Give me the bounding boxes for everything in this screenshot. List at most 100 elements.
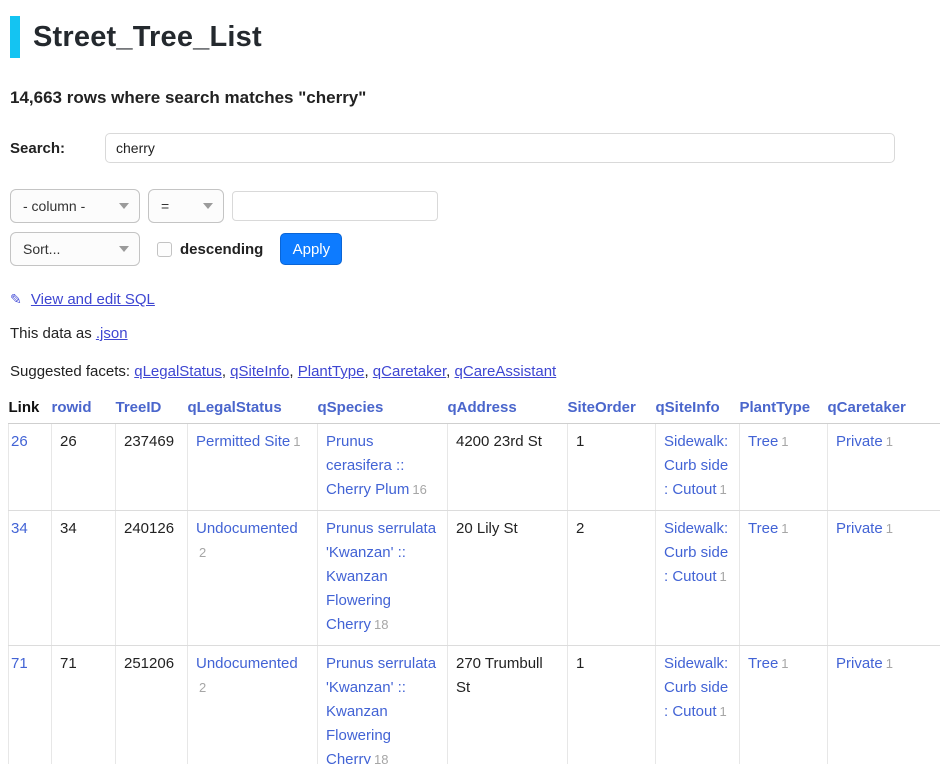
facet-link-qsiteinfo[interactable]: qSiteInfo [230, 363, 289, 380]
qsiteinfo-value-link[interactable]: Sidewalk: Curb side : Cutout [664, 433, 728, 498]
chevron-down-icon [119, 246, 129, 252]
facet-count: 16 [412, 482, 426, 497]
sort-by-qspecies-link[interactable]: qSpecies [318, 399, 384, 416]
column-header-rowid: rowid [52, 397, 116, 424]
planttype-value-link[interactable]: Tree [748, 520, 778, 537]
descending-label: descending [180, 241, 263, 258]
qspecies-value-link[interactable]: Prunus cerasifera :: Cherry Plum [326, 433, 409, 498]
cell-planttype: Tree1 [740, 646, 828, 764]
facet-link-qcareassistant[interactable]: qCareAssistant [455, 363, 557, 380]
filter-operator-select[interactable]: = [148, 189, 224, 223]
facet-count: 1 [781, 521, 788, 536]
column-header-qlegalstatus: qLegalStatus [188, 397, 318, 424]
qspecies-value-link[interactable]: Prunus serrulata 'Kwanzan' :: Kwanzan Fl… [326, 655, 436, 764]
cell-qlegalstatus: Permitted Site1 [188, 424, 318, 511]
column-header-treeid: TreeID [116, 397, 188, 424]
qcaretaker-value-link[interactable]: Private [836, 520, 883, 537]
facet-count: 1 [720, 569, 727, 584]
sort-by-treeid-link[interactable]: TreeID [116, 399, 162, 416]
row-link[interactable]: 26 [11, 433, 28, 450]
cell-qsiteinfo: Sidewalk: Curb side : Cutout1 [656, 646, 740, 764]
results-table: Link rowid TreeID qLegalStatus qSpecies … [8, 397, 940, 764]
search-label: Search: [10, 140, 105, 157]
facet-link-qcaretaker[interactable]: qCaretaker [373, 363, 446, 380]
accent-bar [10, 16, 20, 58]
row-count-summary: 14,663 rows where search matches "cherry… [10, 88, 940, 108]
apply-button[interactable]: Apply [280, 233, 342, 265]
column-header-planttype: PlantType [740, 397, 828, 424]
search-input[interactable] [105, 133, 895, 163]
view-edit-sql-link[interactable]: View and edit SQL [31, 291, 155, 308]
cell-qspecies: Prunus serrulata 'Kwanzan' :: Kwanzan Fl… [318, 511, 448, 646]
row-link[interactable]: 71 [11, 655, 28, 672]
facets-label: Suggested facets: [10, 363, 134, 380]
sort-by-rowid-link[interactable]: rowid [52, 399, 92, 416]
column-header-qspecies: qSpecies [318, 397, 448, 424]
sort-by-siteorder-link[interactable]: SiteOrder [568, 399, 636, 416]
cell-planttype: Tree1 [740, 511, 828, 646]
cell-qcaretaker: Private1 [828, 424, 940, 511]
facet-count: 1 [886, 656, 893, 671]
cell-treeid: 251206 [116, 646, 188, 764]
facet-link-qlegalstatus[interactable]: qLegalStatus [134, 363, 222, 380]
facet-count: 1 [781, 656, 788, 671]
cell-qlegalstatus: Undocumented2 [188, 646, 318, 764]
cell-link: 34 [9, 511, 52, 646]
column-header-link: Link [9, 397, 52, 424]
export-prefix: This data as [10, 325, 96, 342]
facet-count: 18 [374, 617, 388, 632]
planttype-value-link[interactable]: Tree [748, 655, 778, 672]
sort-by-planttype-link[interactable]: PlantType [740, 399, 811, 416]
cell-qsiteinfo: Sidewalk: Curb side : Cutout1 [656, 424, 740, 511]
column-header-qcaretaker: qCaretaker [828, 397, 940, 424]
row-link[interactable]: 34 [11, 520, 28, 537]
sort-by-qaddress-link[interactable]: qAddress [448, 399, 517, 416]
sort-row: Sort... descending Apply [10, 232, 940, 266]
facet-count: 1 [886, 434, 893, 449]
facet-count: 1 [293, 434, 300, 449]
facet-count: 18 [374, 752, 388, 764]
cell-siteorder: 2 [568, 511, 656, 646]
cell-link: 71 [9, 646, 52, 764]
table-header-row: Link rowid TreeID qLegalStatus qSpecies … [9, 397, 940, 424]
qlegalstatus-value-link[interactable]: Undocumented [196, 520, 298, 537]
facet-separator: , [446, 363, 454, 380]
cell-link: 26 [9, 424, 52, 511]
planttype-value-link[interactable]: Tree [748, 433, 778, 450]
cell-qaddress: 270 Trumbull St [448, 646, 568, 764]
cell-siteorder: 1 [568, 424, 656, 511]
sort-select-value: Sort... [23, 241, 60, 257]
facet-count: 1 [886, 521, 893, 536]
sort-by-qlegalstatus-link[interactable]: qLegalStatus [188, 399, 282, 416]
qcaretaker-value-link[interactable]: Private [836, 655, 883, 672]
qsiteinfo-value-link[interactable]: Sidewalk: Curb side : Cutout [664, 520, 728, 585]
search-row: Search: [10, 133, 940, 163]
filter-column-select[interactable]: - column - [10, 189, 140, 223]
sort-by-qsiteinfo-link[interactable]: qSiteInfo [656, 399, 720, 416]
column-header-qsiteinfo: qSiteInfo [656, 397, 740, 424]
json-export-link[interactable]: .json [96, 325, 128, 342]
cell-rowid: 26 [52, 424, 116, 511]
qcaretaker-value-link[interactable]: Private [836, 433, 883, 450]
table-row: 26 26 237469 Permitted Site1 Prunus cera… [9, 424, 940, 511]
facet-count: 2 [199, 545, 206, 560]
sort-select[interactable]: Sort... [10, 232, 140, 266]
sort-by-qcaretaker-link[interactable]: qCaretaker [828, 399, 906, 416]
cell-qlegalstatus: Undocumented 2 [188, 511, 318, 646]
cell-qaddress: 20 Lily St [448, 511, 568, 646]
column-header-siteorder: SiteOrder [568, 397, 656, 424]
chevron-down-icon [203, 203, 213, 209]
qlegalstatus-value-link[interactable]: Permitted Site [196, 433, 290, 450]
cell-rowid: 71 [52, 646, 116, 764]
table-row: 71 71 251206 Undocumented2 Prunus serrul… [9, 646, 940, 764]
filter-value-input[interactable] [232, 191, 438, 221]
table-row: 34 34 240126 Undocumented2 Prunus serrul… [9, 511, 940, 646]
suggested-facets: Suggested facets: qLegalStatus, qSiteInf… [10, 363, 940, 380]
descending-checkbox[interactable] [157, 242, 172, 257]
facet-count: 1 [720, 482, 727, 497]
cell-treeid: 237469 [116, 424, 188, 511]
facet-count: 1 [781, 434, 788, 449]
qlegalstatus-value-link[interactable]: Undocumented [196, 655, 298, 672]
facet-link-planttype[interactable]: PlantType [298, 363, 365, 380]
qsiteinfo-value-link[interactable]: Sidewalk: Curb side : Cutout [664, 655, 728, 720]
